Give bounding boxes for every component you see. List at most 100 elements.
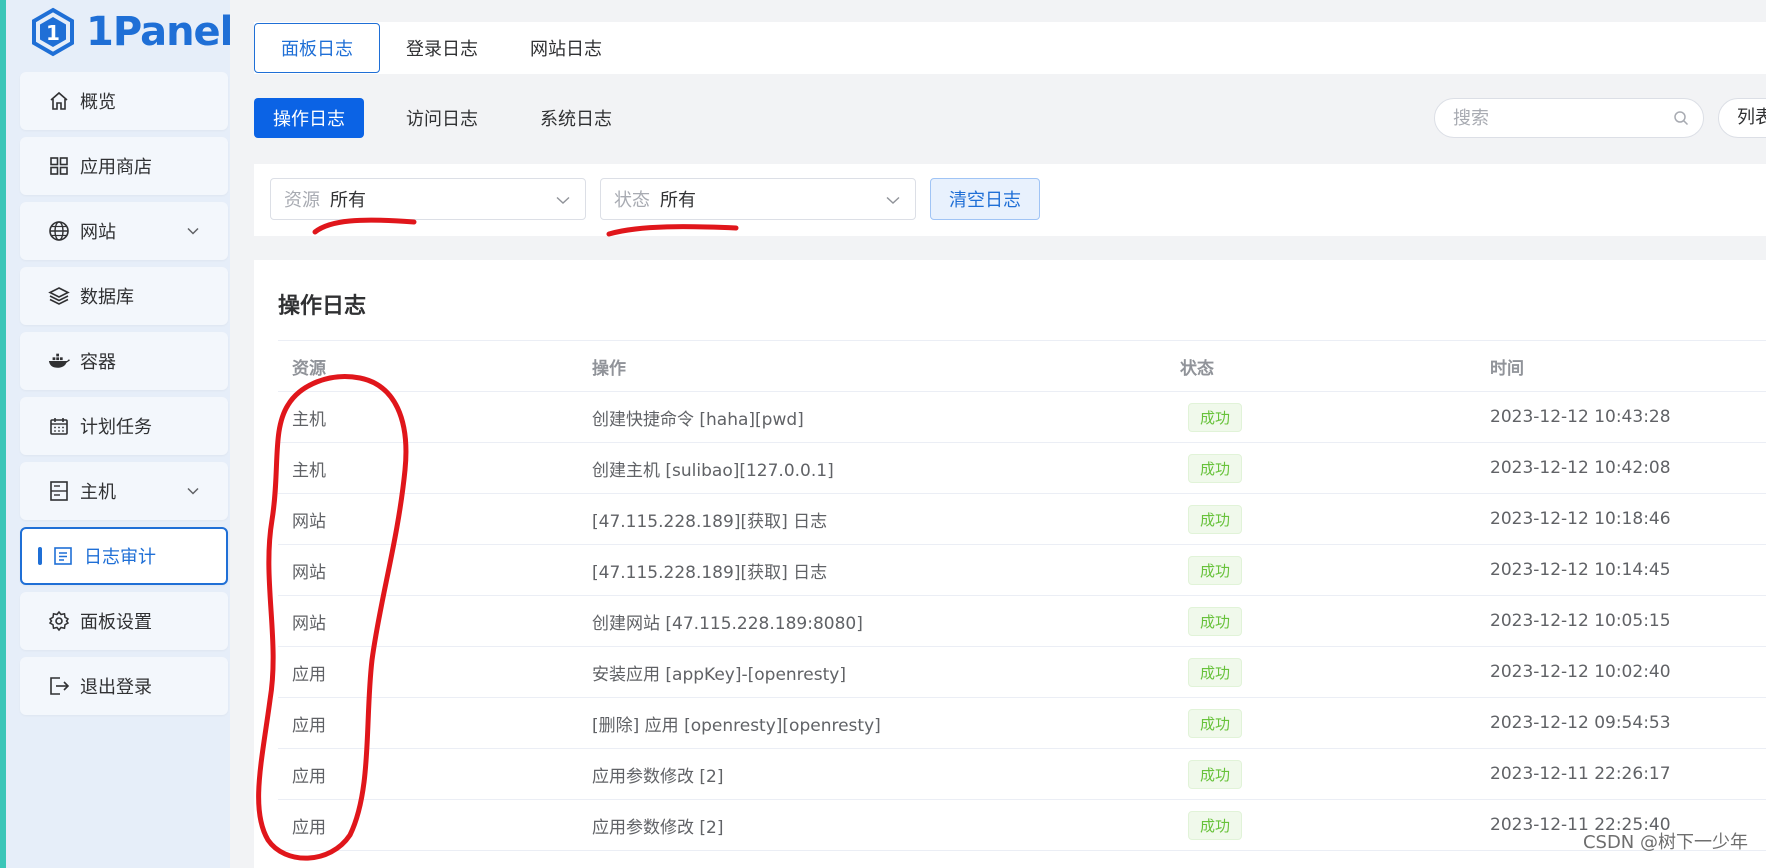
server-icon (48, 480, 70, 502)
cell-operation: 创建网站 [47.115.228.189:8080] (592, 613, 863, 634)
docker-icon (48, 350, 70, 372)
chevron-down-icon (187, 227, 199, 235)
sidebar-item-label: 网站 (80, 222, 116, 243)
log-table: 资源 操作 状态 时间 主机 创建快捷命令 [haha][pwd] 成功 202… (278, 340, 1766, 851)
sidebar-item-label: 概览 (80, 92, 116, 113)
subtab-operation-log[interactable]: 操作日志 (254, 98, 364, 138)
column-header-time: 时间 (1490, 358, 1524, 379)
cell-time: 2023-12-12 10:42:08 (1490, 458, 1671, 478)
sidebar-item-label: 面板设置 (80, 612, 152, 633)
sidebar-item-container[interactable]: 容器 (20, 332, 228, 390)
status-badge: 成功 (1188, 759, 1243, 789)
cell-operation: 创建快捷命令 [haha][pwd] (592, 409, 804, 430)
watermark: CSDN @树下一少年 (1582, 832, 1748, 853)
sidebar-menu: 概览 应用商店 网站 数据库 容器 计划任务 主机 日志审计 面板设置 退出登录 (20, 72, 228, 722)
status-select-value: 所有 (660, 190, 696, 211)
cell-resource: 应用 (292, 766, 326, 787)
cell-resource: 网站 (292, 613, 326, 634)
cell-resource: 应用 (292, 817, 326, 838)
app-name: 1Panel (86, 9, 233, 55)
column-header-status: 状态 (1180, 358, 1214, 379)
table-row: 应用 应用参数修改 [2] 成功 2023-12-11 22:25:40 (278, 800, 1766, 851)
sidebar-item-label: 计划任务 (80, 417, 152, 438)
logo[interactable]: 1 1Panel (28, 4, 233, 60)
table-header: 资源 操作 状态 时间 (278, 341, 1766, 392)
sidebar-item-cron[interactable]: 计划任务 (20, 397, 228, 455)
cell-resource: 主机 (292, 409, 326, 430)
tab-panel-log[interactable]: 面板日志 (254, 23, 380, 73)
column-header-resource: 资源 (292, 358, 326, 379)
chevron-down-icon (556, 196, 570, 204)
tab-website-log[interactable]: 网站日志 (504, 23, 628, 73)
card-title: 操作日志 (278, 294, 367, 319)
resource-select-value: 所有 (330, 190, 366, 211)
column-header-operation: 操作 (592, 358, 626, 379)
search-box (1434, 98, 1704, 138)
cell-resource: 应用 (292, 664, 326, 685)
cell-operation: [47.115.228.189][获取] 日志 (592, 562, 828, 583)
sidebar-item-label: 应用商店 (80, 157, 152, 178)
resource-select[interactable]: 资源 所有 (270, 178, 586, 220)
cell-time: 2023-12-12 10:02:40 (1490, 662, 1671, 682)
sidebar-item-settings[interactable]: 面板设置 (20, 592, 228, 650)
sidebar-item-website[interactable]: 网站 (20, 202, 228, 260)
subtab-access-log[interactable]: 访问日志 (406, 98, 478, 138)
search-icon[interactable] (1673, 110, 1689, 126)
cell-time: 2023-12-12 10:05:15 (1490, 611, 1671, 631)
sidebar-item-label: 日志审计 (84, 547, 156, 568)
sidebar-item-label: 数据库 (80, 287, 134, 308)
table-row: 应用 应用参数修改 [2] 成功 2023-12-11 22:26:17 (278, 749, 1766, 800)
log-type-tabs: 面板日志 登录日志 网站日志 (254, 22, 1766, 74)
table-row: 主机 创建主机 [sulibao][127.0.0.1] 成功 2023-12-… (278, 443, 1766, 494)
table-row: 应用 安装应用 [appKey]-[openresty] 成功 2023-12-… (278, 647, 1766, 698)
table-row: 应用 [删除] 应用 [openresty][openresty] 成功 202… (278, 698, 1766, 749)
chevron-down-icon (187, 487, 199, 495)
table-row: 网站 [47.115.228.189][获取] 日志 成功 2023-12-12… (278, 545, 1766, 596)
cell-time: 2023-12-12 10:18:46 (1490, 509, 1671, 529)
cell-resource: 主机 (292, 460, 326, 481)
cell-time: 2023-12-12 09:54:53 (1490, 713, 1671, 733)
status-badge: 成功 (1188, 453, 1243, 483)
list-button[interactable]: 列表 (1718, 98, 1766, 138)
sidebar-item-label: 退出登录 (80, 677, 152, 698)
status-badge: 成功 (1188, 810, 1243, 840)
status-select-label: 状态 (614, 190, 650, 211)
cell-operation: 创建主机 [sulibao][127.0.0.1] (592, 460, 834, 481)
status-badge: 成功 (1188, 504, 1243, 534)
active-indicator (38, 547, 42, 565)
layers-icon (48, 285, 70, 307)
status-badge: 成功 (1188, 708, 1243, 738)
table-row: 主机 创建快捷命令 [haha][pwd] 成功 2023-12-12 10:4… (278, 392, 1766, 443)
cell-resource: 应用 (292, 715, 326, 736)
sidebar-item-database[interactable]: 数据库 (20, 267, 228, 325)
cell-resource: 网站 (292, 562, 326, 583)
search-input[interactable] (1451, 107, 1675, 130)
status-select[interactable]: 状态 所有 (600, 178, 916, 220)
sidebar-item-label: 容器 (80, 352, 116, 373)
cell-operation: 应用参数修改 [2] (592, 766, 724, 787)
sidebar-item-host[interactable]: 主机 (20, 462, 228, 520)
status-badge: 成功 (1188, 657, 1243, 687)
tab-login-log[interactable]: 登录日志 (380, 23, 504, 73)
cell-operation: 安装应用 [appKey]-[openresty] (592, 664, 846, 685)
cell-operation: [删除] 应用 [openresty][openresty] (592, 715, 881, 736)
home-icon (48, 90, 70, 112)
svg-text:1: 1 (46, 21, 60, 45)
sidebar-item-app-store[interactable]: 应用商店 (20, 137, 228, 195)
grid-icon (48, 155, 70, 177)
filter-panel: 资源 所有 状态 所有 清空日志 (254, 164, 1766, 236)
table-row: 网站 创建网站 [47.115.228.189:8080] 成功 2023-12… (278, 596, 1766, 647)
clear-log-button[interactable]: 清空日志 (930, 178, 1040, 220)
sidebar-item-log-audit[interactable]: 日志审计 (20, 527, 228, 585)
logout-icon (48, 675, 70, 697)
status-badge: 成功 (1188, 402, 1243, 432)
table-row: 网站 [47.115.228.189][获取] 日志 成功 2023-12-12… (278, 494, 1766, 545)
log-icon (52, 545, 74, 567)
status-badge: 成功 (1188, 606, 1243, 636)
cell-time: 2023-12-11 22:26:17 (1490, 764, 1671, 784)
operation-log-card: 操作日志 资源 操作 状态 时间 主机 创建快捷命令 [haha][pwd] 成… (254, 260, 1766, 868)
sidebar-item-overview[interactable]: 概览 (20, 72, 228, 130)
resource-select-label: 资源 (284, 190, 320, 211)
sidebar-item-logout[interactable]: 退出登录 (20, 657, 228, 715)
subtab-system-log[interactable]: 系统日志 (540, 98, 612, 138)
